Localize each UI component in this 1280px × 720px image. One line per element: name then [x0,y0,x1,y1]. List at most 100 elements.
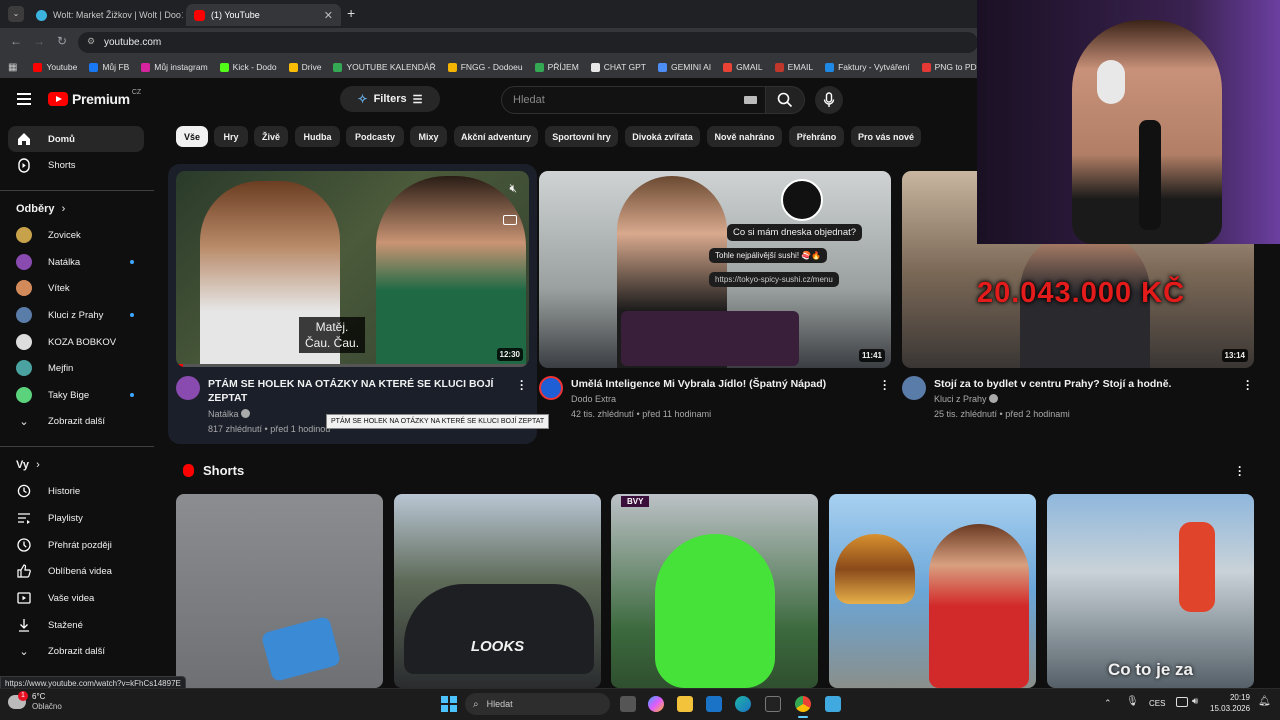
chip-recently-uploaded[interactable]: Nově nahráno [707,126,782,147]
input-language[interactable]: CES [1149,699,1165,708]
bookmark-item[interactable]: Můj FB [89,62,129,72]
sidebar-item-watch-later[interactable]: Přehrát později [8,532,144,558]
file-explorer-icon[interactable] [677,696,693,712]
video-thumbnail[interactable]: Co si mám dneska objednat? Tohle nejpáli… [539,171,891,368]
youtube-premium-logo[interactable]: Premium CZ [48,89,141,107]
shorts-more-options-icon[interactable]: · · · [1236,461,1244,481]
bookmark-item[interactable]: Faktury - Vytváření [825,62,910,72]
bookmark-item[interactable]: PŘÍJEM [534,62,579,72]
chip-music[interactable]: Hudba [295,126,340,147]
sidebar-item-mejfin[interactable]: Mejfin [8,355,144,381]
weather-widget[interactable]: 1 6°C Oblačno [8,691,62,712]
more-options-icon[interactable]: · · · [1244,375,1252,395]
channel-avatar[interactable] [176,376,200,400]
voice-search-button[interactable] [815,86,843,114]
chip-watched[interactable]: Přehráno [789,126,844,147]
chip-live[interactable]: Živě [254,126,288,147]
sidebar-item-shorts[interactable]: Shorts [8,152,144,178]
sidebar-item-your-videos[interactable]: Vaše videa [8,585,144,611]
channel-avatar[interactable] [539,376,563,400]
more-options-icon[interactable]: · · · [881,375,889,395]
windows-start-icon[interactable] [441,696,457,712]
reload-icon[interactable]: ↻ [57,34,67,48]
sidebar-item-koza-bobkov[interactable]: KOZA BOBKOV [8,329,144,355]
you-heading[interactable]: Vy › [16,459,40,471]
video-thumbnail[interactable]: 🔇︎ Matěj. Čau. Čau. 12:30 [176,171,529,367]
hamburger-menu-icon[interactable] [17,93,31,105]
chip-games[interactable]: Hry [214,126,248,147]
clock[interactable]: 20:19 15.03.2026 [1210,692,1250,714]
close-tab-icon[interactable]: ✕ [324,9,333,22]
sidebar-show-more-you[interactable]: ⌄ Zobrazit další [8,638,144,664]
sidebar-item-downloads[interactable]: Stažené [8,612,144,638]
sidebar-item-zovicek[interactable]: Zovicek [8,222,144,248]
filters-button[interactable]: ✧ Filters ☰ [340,86,440,112]
forward-arrow-icon[interactable]: → [33,34,45,48]
browser-tab-youtube[interactable]: (1) YouTube ✕ [186,4,341,26]
progress-bar[interactable] [176,364,529,367]
chip-podcasts[interactable]: Podcasty [346,126,404,147]
terminal-icon[interactable] [765,696,781,712]
chip-mixes[interactable]: Mixy [410,126,447,147]
volume-icon[interactable]: 🔊︎ [1192,696,1198,707]
bookmark-item[interactable]: GEMINI AI [657,62,711,72]
sidebar-item-vitek[interactable]: Vítek [8,275,144,301]
sidebar-item-playlists[interactable]: Playlisty [8,505,144,531]
browser-tab-wolt[interactable]: Wolt: Market Žižkov | Wolt | Doo ✕ [28,4,183,26]
search-button[interactable] [765,86,805,114]
video-title[interactable]: Stojí za to bydlet v centru Prahy? Stojí… [934,377,1234,391]
sidebar-item-home[interactable]: Domů [8,126,144,152]
bookmark-item[interactable]: Kick - Dodo [219,62,277,72]
short-thumbnail[interactable] [176,494,383,688]
chip-wild-animals[interactable]: Divoká zvířata [625,126,700,147]
video-title[interactable]: Umělá Inteligence Mi Vybrala Jídlo! (Špa… [571,377,871,391]
channel-name[interactable]: Kluci z Prahy [934,394,999,404]
tab-search-button[interactable]: ⌄ [8,6,24,22]
notepad-icon[interactable] [825,696,841,712]
chip-action-adventure[interactable]: Akční adventury [454,126,538,147]
bookmark-item[interactable]: Drive [288,62,321,72]
back-arrow-icon[interactable]: ← [10,34,22,48]
bookmark-item[interactable]: PNG to PDF [921,62,982,72]
outlook-icon[interactable] [706,696,722,712]
notifications-bell-icon[interactable]: 🔔︎ [1258,696,1271,707]
channel-avatar[interactable] [902,376,926,400]
edge-icon[interactable] [735,696,751,712]
short-thumbnail[interactable] [829,494,1036,688]
keyboard-icon[interactable] [744,96,757,104]
network-icon[interactable] [1176,697,1188,707]
search-input[interactable]: Hledat [501,86,766,114]
more-options-icon[interactable]: · · · [518,375,526,395]
sidebar-show-more-subs[interactable]: ⌄ Zobrazit další [8,408,144,434]
bookmark-item[interactable]: CHAT GPT [590,62,646,72]
apps-grid-icon[interactable]: ▦ [8,62,17,73]
sidebar-item-history[interactable]: Historie [8,478,144,504]
sidebar-item-natalka[interactable]: Natálka [8,249,144,275]
taskbar-search-box[interactable]: ⌕ Hledat [465,693,610,715]
short-thumbnail[interactable]: LOOKS [394,494,601,688]
sidebar-item-kluci-z-prahy[interactable]: Kluci z Prahy [8,302,144,328]
chip-new-to-you[interactable]: Pro vás nové [851,126,921,147]
captions-icon[interactable] [503,215,517,225]
channel-name[interactable]: Dodo Extra [571,394,616,404]
bookmark-item[interactable]: FNGG - Dodoeu [447,62,523,72]
microphone-tray-icon[interactable]: 🎙︎ [1126,696,1139,707]
task-view-icon[interactable] [620,696,636,712]
mute-icon[interactable]: 🔇︎ [509,181,517,196]
site-info-icon[interactable]: ⚙ [87,36,95,47]
chrome-icon[interactable] [795,696,811,712]
chip-all[interactable]: Vše [176,126,208,147]
bookmark-item[interactable]: GMAIL [723,62,763,72]
copilot-icon[interactable] [648,696,664,712]
bookmark-item[interactable]: Youtube [33,62,77,72]
new-tab-button[interactable]: + [347,5,355,21]
sidebar-item-taky-bige[interactable]: Taky Bige [8,382,144,408]
chip-sports-games[interactable]: Sportovní hry [545,126,618,147]
sidebar-item-liked-videos[interactable]: Oblíbená videa [8,558,144,584]
bookmark-item[interactable]: YOUTUBE KALENDÁŘ [333,62,436,72]
short-thumbnail[interactable]: Co to je za [1047,494,1254,688]
url-bar[interactable]: ⚙ youtube.com [78,32,978,53]
bookmark-item[interactable]: Můj instagram [141,62,208,72]
close-tab-icon[interactable]: ✕ [181,9,183,22]
subscriptions-heading[interactable]: Odběry › [16,203,65,215]
